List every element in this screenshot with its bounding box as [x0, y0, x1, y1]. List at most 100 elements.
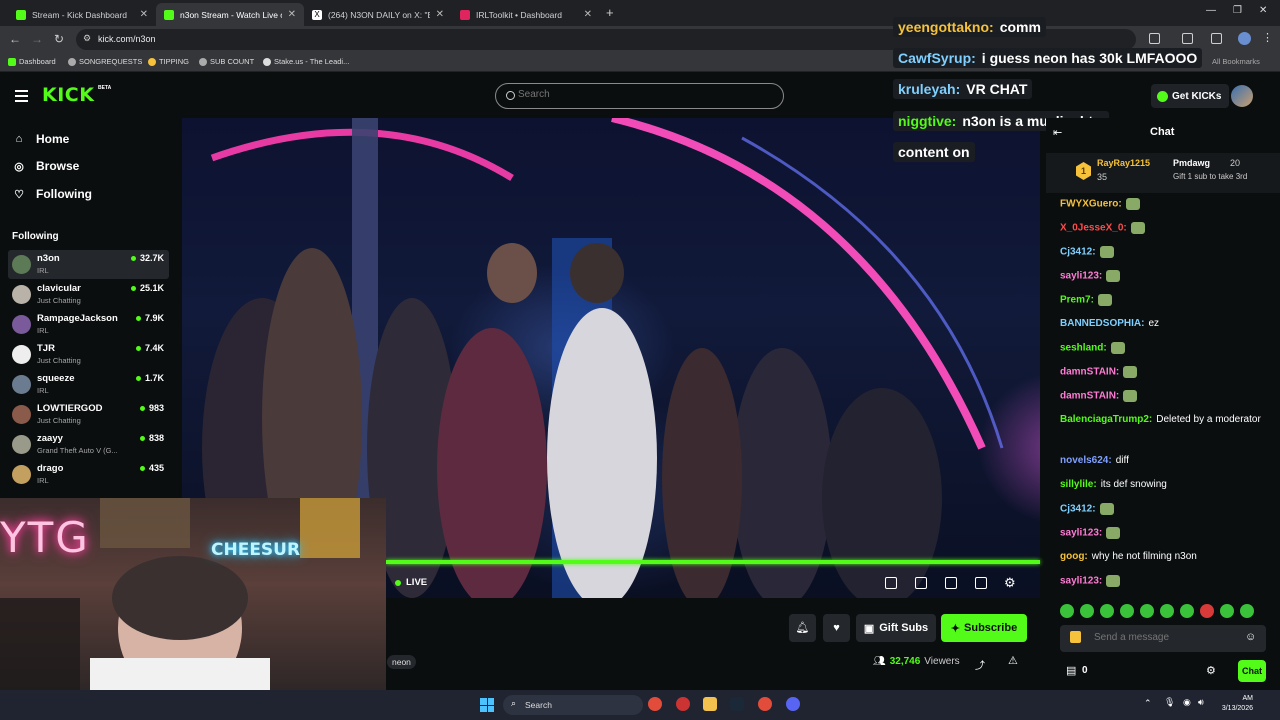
report-warning-icon[interactable]: ⚠ [1008, 654, 1018, 667]
download-icon[interactable] [1211, 33, 1222, 44]
site-info-icon[interactable]: ⚙ [83, 33, 91, 44]
share-icon[interactable]: ⤴ [975, 657, 985, 672]
menu-icon[interactable]: ⋮ [1262, 31, 1273, 44]
search-input[interactable] [518, 89, 758, 100]
chat-username[interactable]: seshland: [1060, 343, 1107, 354]
bookmark-tipping[interactable]: TIPPING [148, 57, 189, 66]
leader-first-user[interactable]: RayRay1215 [1097, 158, 1150, 168]
leader-second-user[interactable]: Pmdawg [1173, 158, 1210, 168]
chat-send-button[interactable]: Chat [1238, 660, 1266, 682]
minimize-icon[interactable]: — [1206, 5, 1216, 16]
bookmark-stake[interactable]: Stake.us - The Leadi... [263, 57, 349, 66]
nav-following[interactable]: ♡ Following [12, 187, 92, 201]
chat-username[interactable]: X_0JesseX_0: [1060, 223, 1127, 234]
tab-irltoolkit[interactable]: IRLToolkit • Dashboard ✕ [452, 3, 600, 26]
sidepanel-icon[interactable] [1182, 33, 1193, 44]
discord-icon[interactable] [786, 697, 800, 711]
sidebar-channel-rampagejackson[interactable]: RampageJackson IRL 7.9K [8, 310, 169, 339]
nav-home[interactable]: ⌂ Home [12, 132, 70, 146]
tray-chevron-icon[interactable]: ⌃ [1144, 698, 1152, 709]
close-icon[interactable]: ✕ [436, 9, 444, 20]
sidebar-channel-drago[interactable]: drago IRL 435 [8, 460, 169, 489]
taskbar-search[interactable] [503, 695, 643, 715]
chrome-icon[interactable] [648, 697, 662, 711]
system-clock[interactable]: AM 3/13/2026 [1219, 694, 1253, 714]
sidebar-channel-zaayy[interactable]: zaayy Grand Theft Auto V (G... 838 [8, 430, 169, 459]
sidebar-channel-clavicular[interactable]: clavicular Just Chatting 25.1K [8, 280, 169, 309]
chat-username[interactable]: sayli123: [1060, 576, 1102, 587]
follow-heart-button[interactable]: ♥ [823, 614, 850, 642]
wifi-icon[interactable]: ◉ [1183, 697, 1191, 708]
bookmark-songrequests[interactable]: SONGREQUESTS [68, 57, 142, 66]
notification-bell-button[interactable]: 🔔︎ [789, 614, 816, 642]
chat-username[interactable]: sillylile: [1060, 479, 1097, 490]
sidebar-channel-tjr[interactable]: TJR Just Chatting 7.4K [8, 340, 169, 369]
tab-n3on-stream[interactable]: n3on Stream - Watch Live on Kick ✕ [156, 3, 304, 26]
chat-username[interactable]: goog: [1060, 551, 1088, 562]
chat-username[interactable]: Cj3412: [1060, 504, 1096, 515]
hamburger-menu-icon[interactable] [15, 90, 28, 105]
app-icon[interactable] [676, 697, 690, 711]
user-avatar[interactable] [1231, 85, 1253, 107]
progress-bar[interactable] [386, 560, 1040, 564]
collapse-chat-icon[interactable]: ⇤ [1053, 126, 1062, 139]
windows-start-icon[interactable] [480, 698, 494, 712]
taskbar-search-label: Search [525, 700, 552, 710]
profile-avatar[interactable] [1238, 32, 1251, 45]
sidebar-channel-n3on[interactable]: n3on IRL 32.7K [8, 250, 169, 279]
chat-username[interactable]: BalenciagaTrump2: [1060, 414, 1152, 425]
sidebar-channel-lowtiergod[interactable]: LOWTIERGOD Just Chatting 983 [8, 400, 169, 429]
theater-mode-icon[interactable] [945, 577, 957, 589]
chat-settings-icon[interactable]: ⚙ [1206, 664, 1216, 677]
send-message-box[interactable]: ☺ [1060, 625, 1266, 652]
sidebar-channel-squeeze[interactable]: squeeze IRL 1.7K [8, 370, 169, 399]
chat-username[interactable]: novels624: [1060, 455, 1112, 466]
emote-icon [1200, 604, 1214, 618]
tab-kick-dashboard[interactable]: Stream - Kick Dashboard ✕ [8, 3, 156, 26]
emote-row [1060, 604, 1270, 618]
bookmark-sub-count[interactable]: SUB COUNT [199, 57, 254, 66]
emoji-picker-icon[interactable]: ☺ [1245, 631, 1256, 643]
kick-logo[interactable]: KICK [42, 84, 94, 106]
file-explorer-icon[interactable] [703, 697, 717, 711]
chat-username[interactable]: BANNEDSOPHIA: [1060, 318, 1144, 329]
close-icon[interactable]: ✕ [140, 9, 148, 20]
bookmark-dashboard[interactable]: Dashboard [8, 57, 56, 66]
close-icon[interactable]: ✕ [288, 9, 296, 20]
chat-username[interactable]: Cj3412: [1060, 247, 1096, 258]
get-kicks-button[interactable]: Get KICKs [1151, 84, 1230, 108]
close-window-icon[interactable]: ✕ [1259, 5, 1267, 16]
mic-icon[interactable]: 🎙︎ [1164, 697, 1175, 708]
chat-username[interactable]: sayli123: [1060, 528, 1102, 539]
back-icon[interactable]: ← [9, 32, 21, 46]
chat-username[interactable]: damnSTAIN: [1060, 367, 1119, 378]
all-bookmarks[interactable]: All Bookmarks [1212, 57, 1260, 66]
forward-icon[interactable]: → [31, 32, 43, 46]
stream-tag[interactable]: neon [387, 655, 416, 669]
volume-icon[interactable]: 🔊︎ [1198, 697, 1204, 708]
gift-icon[interactable] [1070, 631, 1081, 643]
chat-username[interactable]: damnSTAIN: [1060, 391, 1119, 402]
extensions-icon[interactable] [1149, 33, 1160, 44]
kicks-wallet-icon[interactable]: ▤ [1066, 664, 1076, 677]
gift-subs-button[interactable]: ▣ Gift Subs [856, 614, 936, 642]
close-icon[interactable]: ✕ [584, 9, 592, 20]
url-text[interactable]: kick.com/n3on [98, 34, 156, 44]
pip-icon[interactable] [915, 577, 927, 589]
fullscreen-icon[interactable] [975, 577, 987, 589]
maximize-icon[interactable]: ❐ [1233, 5, 1242, 16]
chat-username[interactable]: Prem7: [1060, 295, 1094, 306]
nav-browse[interactable]: ◎ Browse [12, 159, 79, 173]
tab-x-n3on-daily[interactable]: X (264) N3ON DAILY on X: "Ed M ✕ [304, 3, 452, 26]
subscribe-button[interactable]: ✦ Subscribe [941, 614, 1027, 642]
settings-gear-icon[interactable]: ⚙ [1004, 575, 1016, 591]
send-message-input[interactable] [1094, 632, 1234, 643]
reload-icon[interactable]: ↻ [54, 32, 64, 46]
chrome-icon[interactable] [758, 697, 772, 711]
new-tab-icon[interactable]: + [606, 5, 614, 20]
steam-icon[interactable] [730, 697, 744, 711]
search-box[interactable] [495, 83, 784, 109]
chat-username[interactable]: FWYXGuero: [1060, 199, 1122, 210]
chat-username[interactable]: sayli123: [1060, 271, 1102, 282]
clip-icon[interactable] [885, 577, 897, 589]
